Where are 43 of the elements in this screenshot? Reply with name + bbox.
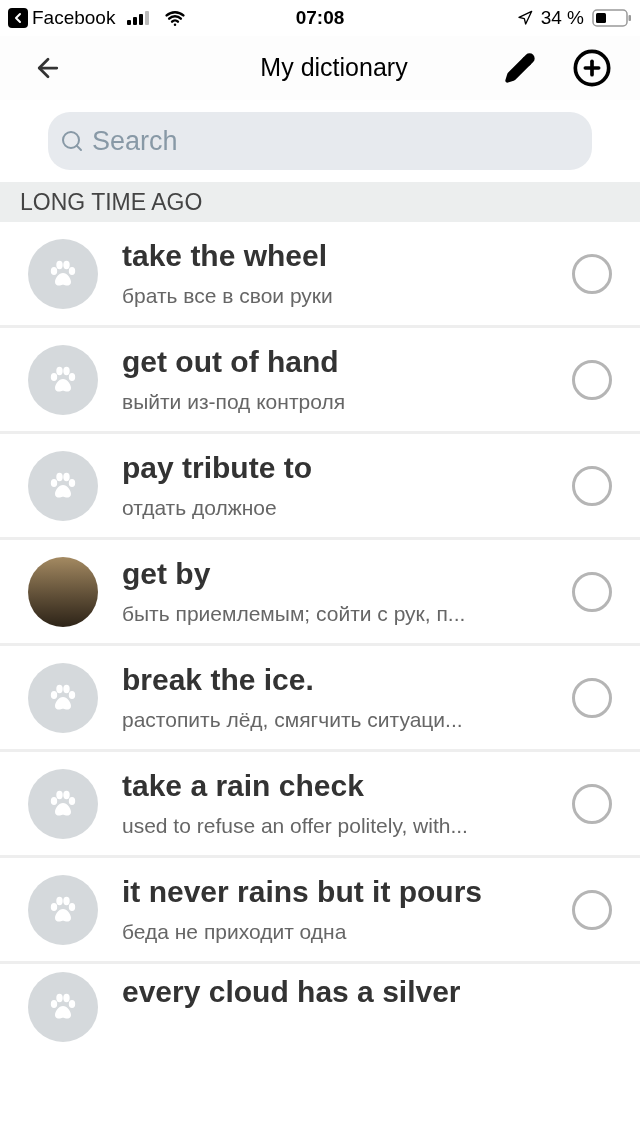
entry-phrase: pay tribute to — [122, 449, 313, 486]
paw-icon — [48, 895, 78, 924]
back-app-icon[interactable] — [8, 8, 28, 28]
battery-icon — [592, 9, 632, 27]
entry-row[interactable]: get out of hand выйти из-под контроля — [0, 328, 640, 434]
entry-translation: растопить лёд, смягчить ситуаци... — [122, 706, 464, 733]
entry-phrase: break the ice. — [122, 661, 315, 698]
back-app-label[interactable]: Facebook — [32, 3, 116, 33]
paw-icon — [48, 259, 78, 288]
entry-phrase: it never rains but it pours — [122, 873, 484, 910]
paw-icon — [48, 471, 78, 500]
entry-row[interactable]: get by быть приемлемым; сойти с рук, п... — [0, 540, 640, 646]
entry-row[interactable]: it never rains but it pours беда не приходит одна — [0, 858, 640, 964]
location-icon — [516, 10, 533, 26]
entry-translation: выйти из-под контроля — [122, 388, 347, 415]
entry-row[interactable]: take the wheel брать все в свои руки — [0, 222, 640, 328]
entry-row[interactable]: take a rain check used to refuse an offer politely, with... — [0, 752, 640, 858]
entry-phrase: get out of hand — [122, 343, 340, 380]
entry-translation: отдать должное — [122, 494, 278, 521]
add-button[interactable] — [572, 48, 612, 88]
wifi-icon — [165, 8, 186, 28]
entry-row[interactable]: every cloud has a silver — [0, 964, 640, 1042]
entry-translation: брать все в свои руки — [122, 282, 334, 309]
entry-phrase: get by — [122, 555, 212, 592]
entry-phrase: take a rain check — [122, 767, 365, 804]
entry-phrase: every cloud has a silver — [122, 974, 462, 1010]
paw-icon — [48, 789, 78, 818]
status-time: 07:08 — [294, 5, 346, 30]
entry-row[interactable]: pay tribute to отдать должное — [0, 434, 640, 540]
entry-row[interactable]: break the ice. растопить лёд, смягчить ситуаци... — [0, 646, 640, 752]
page-title: My dictionary — [259, 52, 409, 84]
entry-translation: быть приемлемым; сойти с рук, п... — [122, 600, 467, 627]
entry-translation: беда не приходит одна — [122, 918, 348, 945]
entry-phrase: take the wheel — [122, 237, 329, 274]
battery-percent: 34 % — [540, 5, 584, 30]
entry-translation: used to refuse an offer politely, with... — [122, 812, 469, 839]
paw-icon — [48, 365, 78, 394]
search-input[interactable]: Search — [92, 120, 580, 162]
paw-icon — [48, 993, 78, 1021]
paw-icon — [48, 683, 78, 712]
search-icon — [60, 129, 84, 153]
section-header: LONG TIME AGO — [0, 182, 640, 222]
search-field[interactable]: Search — [48, 112, 592, 170]
